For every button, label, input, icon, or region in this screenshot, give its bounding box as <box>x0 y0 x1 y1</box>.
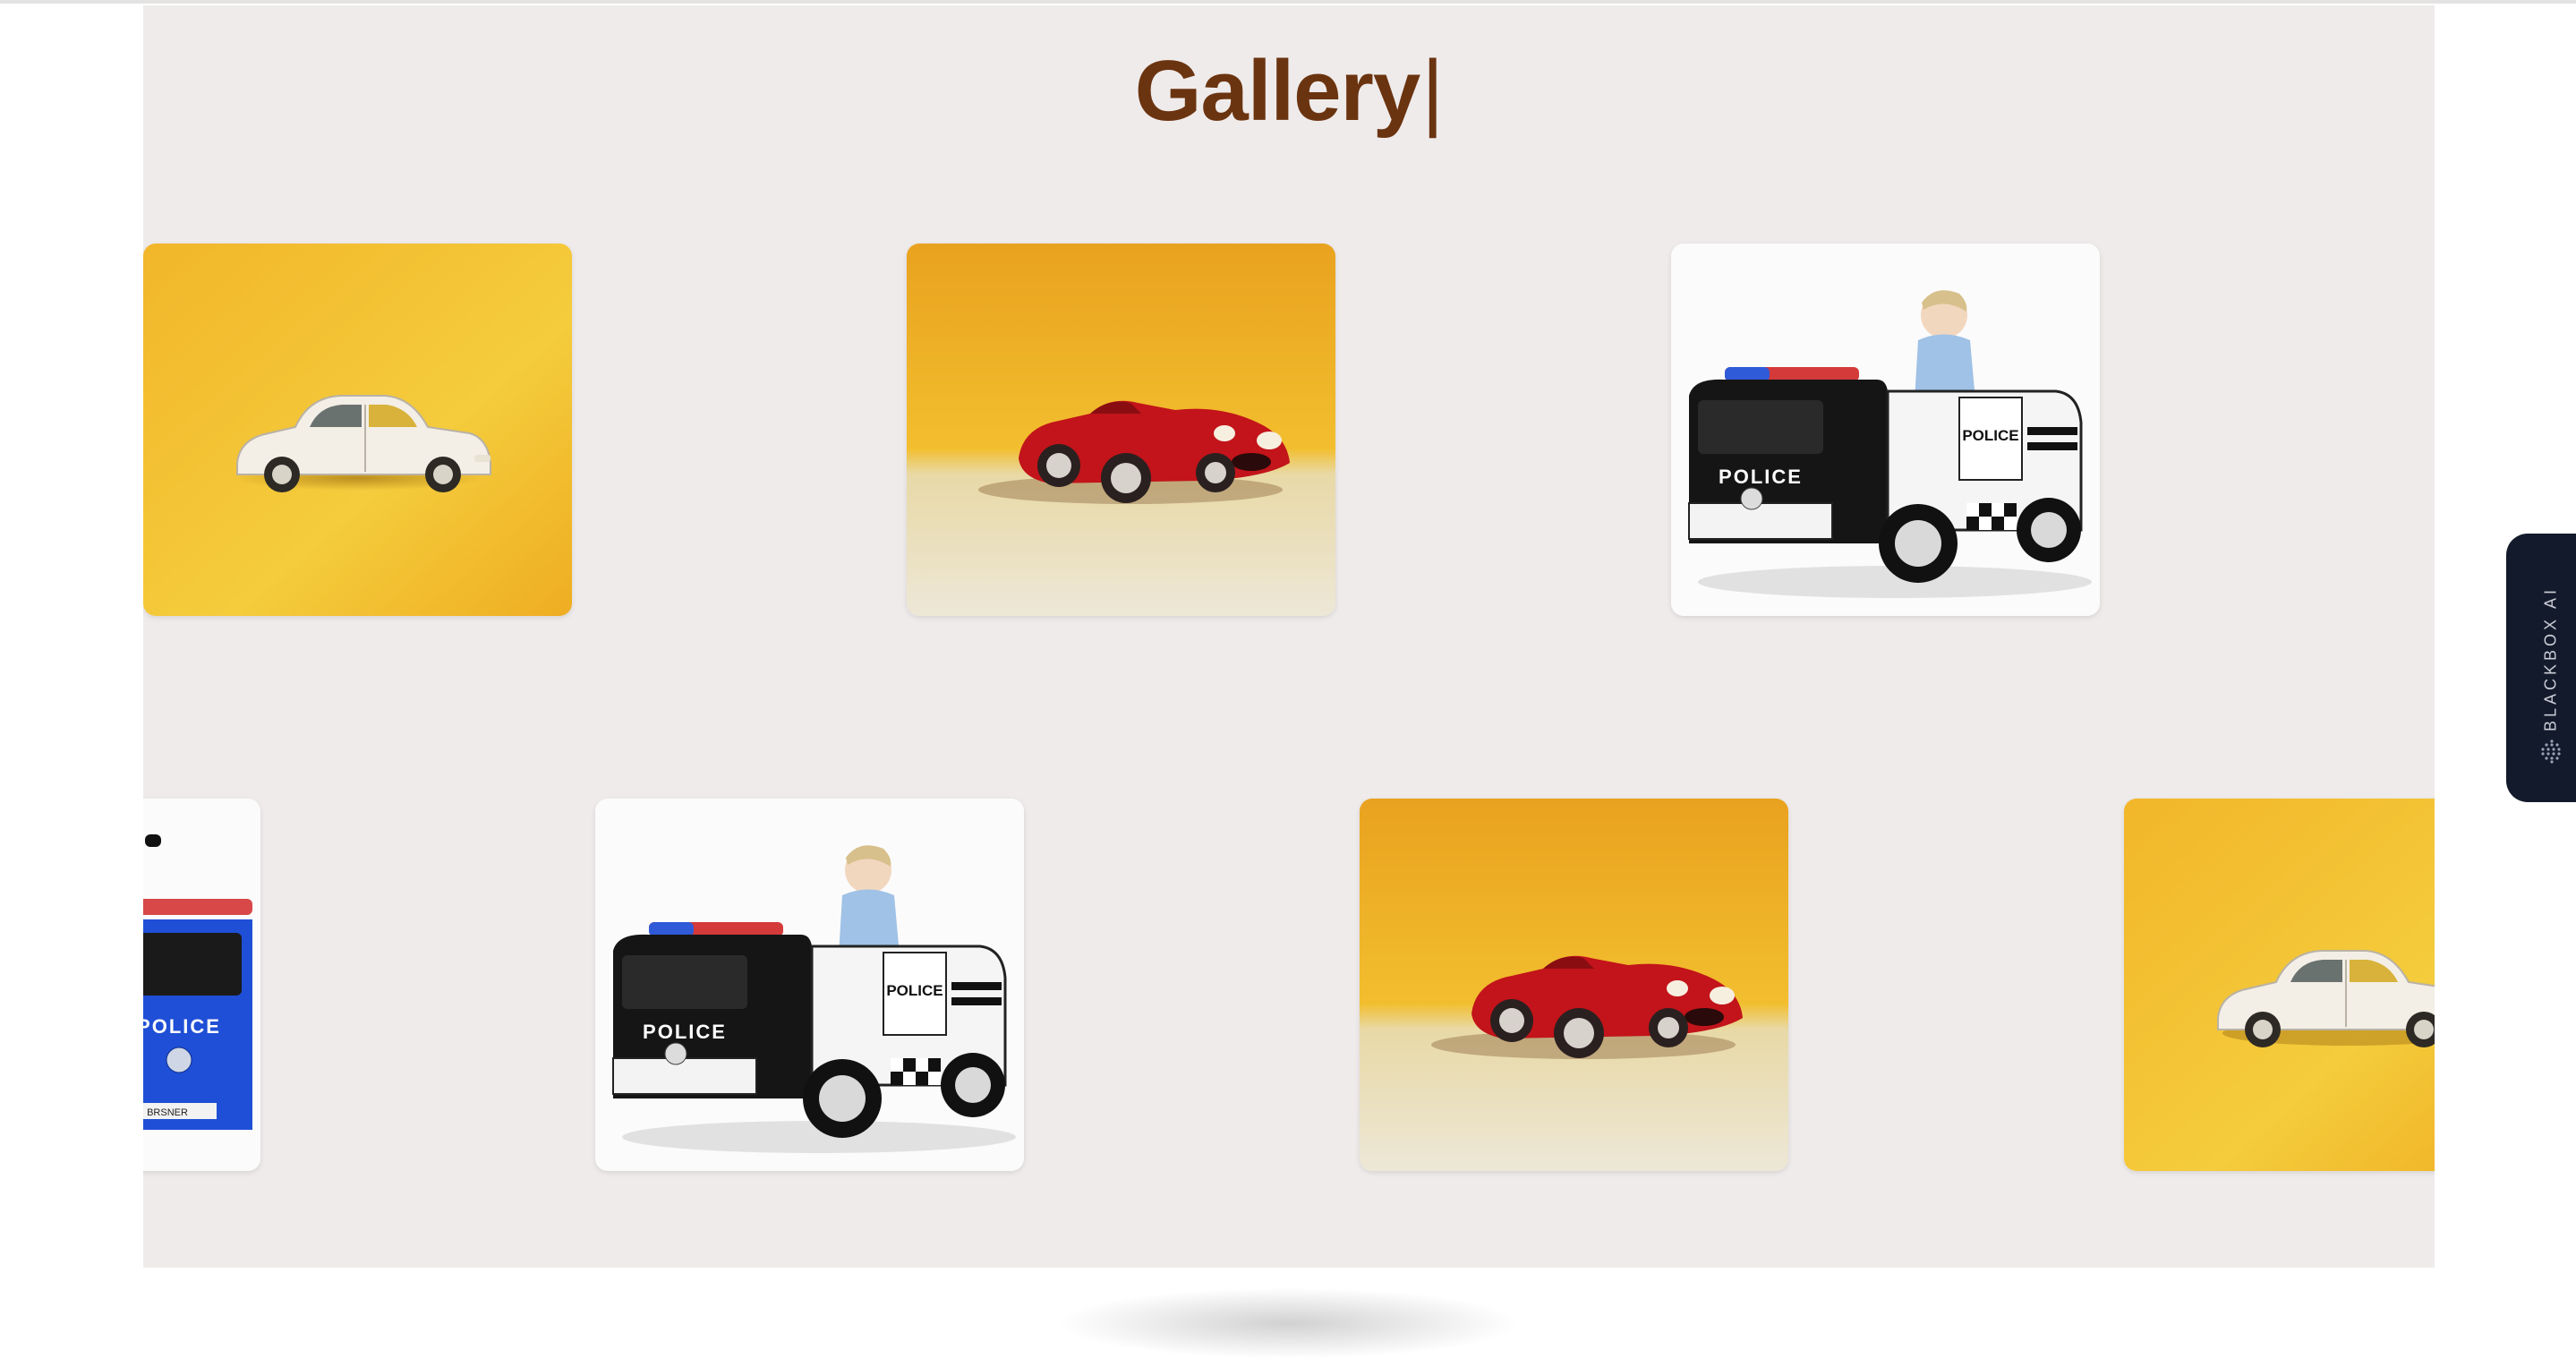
blackbox-dots-icon <box>2541 739 2561 764</box>
gallery-image-white-car[interactable] <box>143 244 572 616</box>
typing-cursor: | <box>1421 43 1444 139</box>
police-label-side-2: POLICE <box>886 982 943 999</box>
police-truck-image: POLICE POLICE <box>1671 244 2100 616</box>
police-label-front-2: POLICE <box>643 1021 727 1043</box>
gallery-image-blue-police-truck[interactable]: POLICE BRSNER <box>143 799 260 1171</box>
blackbox-ai-tab[interactable]: BLACKBOX AI <box>2506 534 2576 802</box>
bottom-shadow <box>1056 1287 1522 1359</box>
gallery-image-police-truck-2[interactable]: POLICE POLICE <box>595 799 1024 1171</box>
gallery-title-text: Gallery <box>1134 43 1421 139</box>
gallery-image-police-truck[interactable]: POLICE POLICE <box>1671 244 2100 616</box>
gallery-section: Gallery| POLICE POLICE POLICE BRSNER POL… <box>143 5 2435 1268</box>
gallery-title: Gallery| <box>143 38 2435 145</box>
red-racer-image <box>907 244 1335 616</box>
police-label-side: POLICE <box>1962 427 2018 444</box>
police-label-front: POLICE <box>1719 466 1803 488</box>
top-border <box>0 0 2576 4</box>
gallery-image-white-car-2[interactable] <box>2124 799 2435 1171</box>
white-car-image <box>143 244 572 616</box>
blue-truck-police-label: POLICE <box>143 1015 221 1038</box>
blackbox-ai-label: BLACKBOX AI <box>2541 585 2560 732</box>
blue-truck-plate-text: BRSNER <box>147 1107 188 1118</box>
blue-police-truck-image: POLICE BRSNER <box>143 799 260 1171</box>
gallery-image-red-racer[interactable] <box>907 244 1335 616</box>
red-racer-image-2 <box>1360 799 1788 1171</box>
gallery-image-red-racer-2[interactable] <box>1360 799 1788 1171</box>
police-truck-image-2: POLICE POLICE <box>595 799 1024 1171</box>
white-car-image-2 <box>2124 799 2435 1171</box>
